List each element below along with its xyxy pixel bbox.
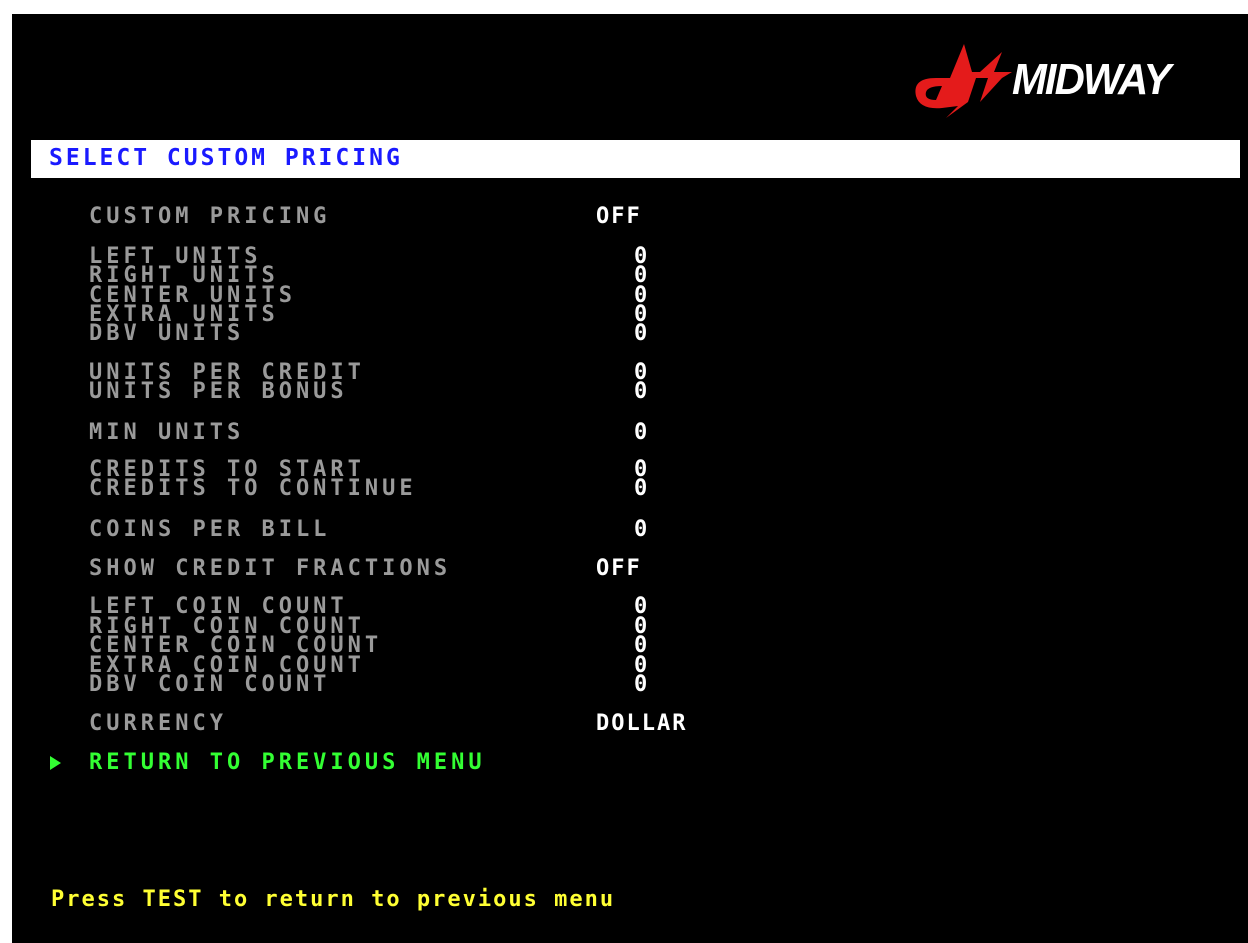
credits-to-continue-label[interactable]: CREDITS TO CONTINUE [89,478,417,500]
dbv-coin-count-label[interactable]: DBV COIN COUNT [89,674,330,696]
units-per-bonus-label[interactable]: UNITS PER BONUS [89,381,348,403]
page-title: SELECT CUSTOM PRICING [49,145,403,171]
footer-hint: Press TEST to return to previous menu [51,887,616,912]
coins-per-bill-label[interactable]: COINS PER BILL [89,517,330,542]
return-to-previous-menu-item[interactable]: RETURN TO PREVIOUS MENU [89,750,486,775]
custom-pricing-label[interactable]: CUSTOM PRICING [89,204,330,229]
currency-value: DOLLAR [596,711,688,736]
dbv-units-label[interactable]: DBV UNITS [89,323,244,345]
min-units-value: 0 [634,420,650,445]
midway-logo-mark [915,44,1012,118]
dbv-units-value: 0 [634,321,650,346]
dbv-coin-count-value: 0 [634,672,650,697]
min-units-label[interactable]: MIN UNITS [89,420,244,445]
midway-logo-text: MIDWAY [1012,55,1171,104]
custom-pricing-value: OFF [596,204,642,229]
show-credit-fractions-label[interactable]: SHOW CREDIT FRACTIONS [89,556,451,581]
coins-per-bill-value: 0 [634,517,650,542]
currency-label[interactable]: CURRENCY [89,711,227,736]
units-per-bonus-value: 0 [634,379,650,404]
show-credit-fractions-value: OFF [596,556,642,581]
selection-arrow-icon [50,756,61,770]
credits-to-continue-value: 0 [634,476,650,501]
